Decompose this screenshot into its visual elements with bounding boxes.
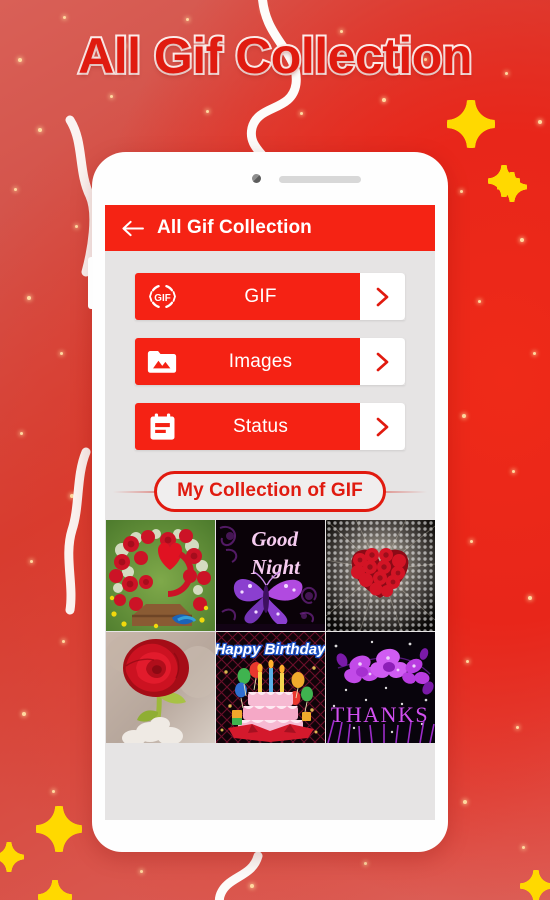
- menu-item-status[interactable]: Status: [135, 403, 405, 450]
- gif-icon: GIF: [135, 281, 189, 312]
- decorative-star-6: [0, 842, 24, 872]
- svg-text:THANKS: THANKS: [330, 702, 428, 727]
- menu-item-status-label: Status: [232, 415, 289, 437]
- menu-list: GIF GIF Images Status: [105, 251, 435, 450]
- decorative-star-5: [36, 806, 82, 852]
- calendar-note-icon: [135, 412, 189, 442]
- menu-item-images-chevron[interactable]: [360, 338, 405, 385]
- front-camera-icon: [252, 174, 262, 183]
- menu-item-gif[interactable]: GIF GIF: [135, 273, 405, 320]
- gallery-item-roses-bouquet-heart-gif[interactable]: [105, 520, 215, 631]
- decorative-star-8: [520, 870, 550, 900]
- earpiece-speaker-icon: [278, 176, 361, 183]
- collection-section-header: My Collection of GIF: [105, 468, 435, 514]
- phone-mockup: All Gif Collection GIF GIF Images Status…: [88, 152, 448, 852]
- gallery-item-purple-orchid-thanks-gif[interactable]: THANKS: [325, 632, 435, 743]
- decorative-star-1: [447, 100, 495, 148]
- menu-item-images[interactable]: Images: [135, 338, 405, 385]
- svg-text:GIF: GIF: [154, 293, 170, 304]
- gallery-item-good-night-butterfly-gif[interactable]: Good Night: [215, 520, 325, 631]
- menu-item-images-label: Images: [228, 350, 293, 372]
- chevron-right-icon: [376, 287, 389, 306]
- svg-text:Happy Birthday: Happy Birthday: [216, 641, 325, 658]
- menu-item-gif-chevron[interactable]: [360, 273, 405, 320]
- decorative-star-4: [497, 172, 527, 202]
- gallery-item-red-rose-heart-starburst-gif[interactable]: [325, 520, 435, 631]
- folder-image-icon: [135, 348, 189, 375]
- menu-item-gif-main[interactable]: GIF GIF: [135, 273, 360, 320]
- menu-item-status-chevron[interactable]: [360, 403, 405, 450]
- app-bar-title: All Gif Collection: [157, 217, 312, 238]
- collection-title-pill[interactable]: My Collection of GIF: [154, 470, 386, 512]
- phone-top-bezel: [92, 152, 448, 205]
- phone-screen: All Gif Collection GIF GIF Images Status…: [105, 205, 435, 820]
- svg-text:Good: Good: [251, 527, 298, 551]
- chevron-right-icon: [376, 417, 389, 436]
- menu-item-images-main[interactable]: Images: [135, 338, 360, 385]
- gallery-item-happy-birthday-cake-gif[interactable]: Happy Birthday: [215, 632, 325, 743]
- screen-bottom-padding: [105, 743, 435, 761]
- chevron-right-icon: [376, 352, 389, 371]
- gallery-item-single-red-rose-gif[interactable]: [105, 632, 215, 743]
- back-arrow-icon[interactable]: [121, 219, 144, 238]
- app-bar: All Gif Collection: [105, 205, 435, 251]
- page-title: All Gif Collection: [76, 26, 474, 86]
- menu-item-gif-label: GIF: [244, 285, 277, 307]
- gif-gallery-grid: Good Night Happy Birthday THANKS: [105, 520, 435, 743]
- menu-item-status-main[interactable]: Status: [135, 403, 360, 450]
